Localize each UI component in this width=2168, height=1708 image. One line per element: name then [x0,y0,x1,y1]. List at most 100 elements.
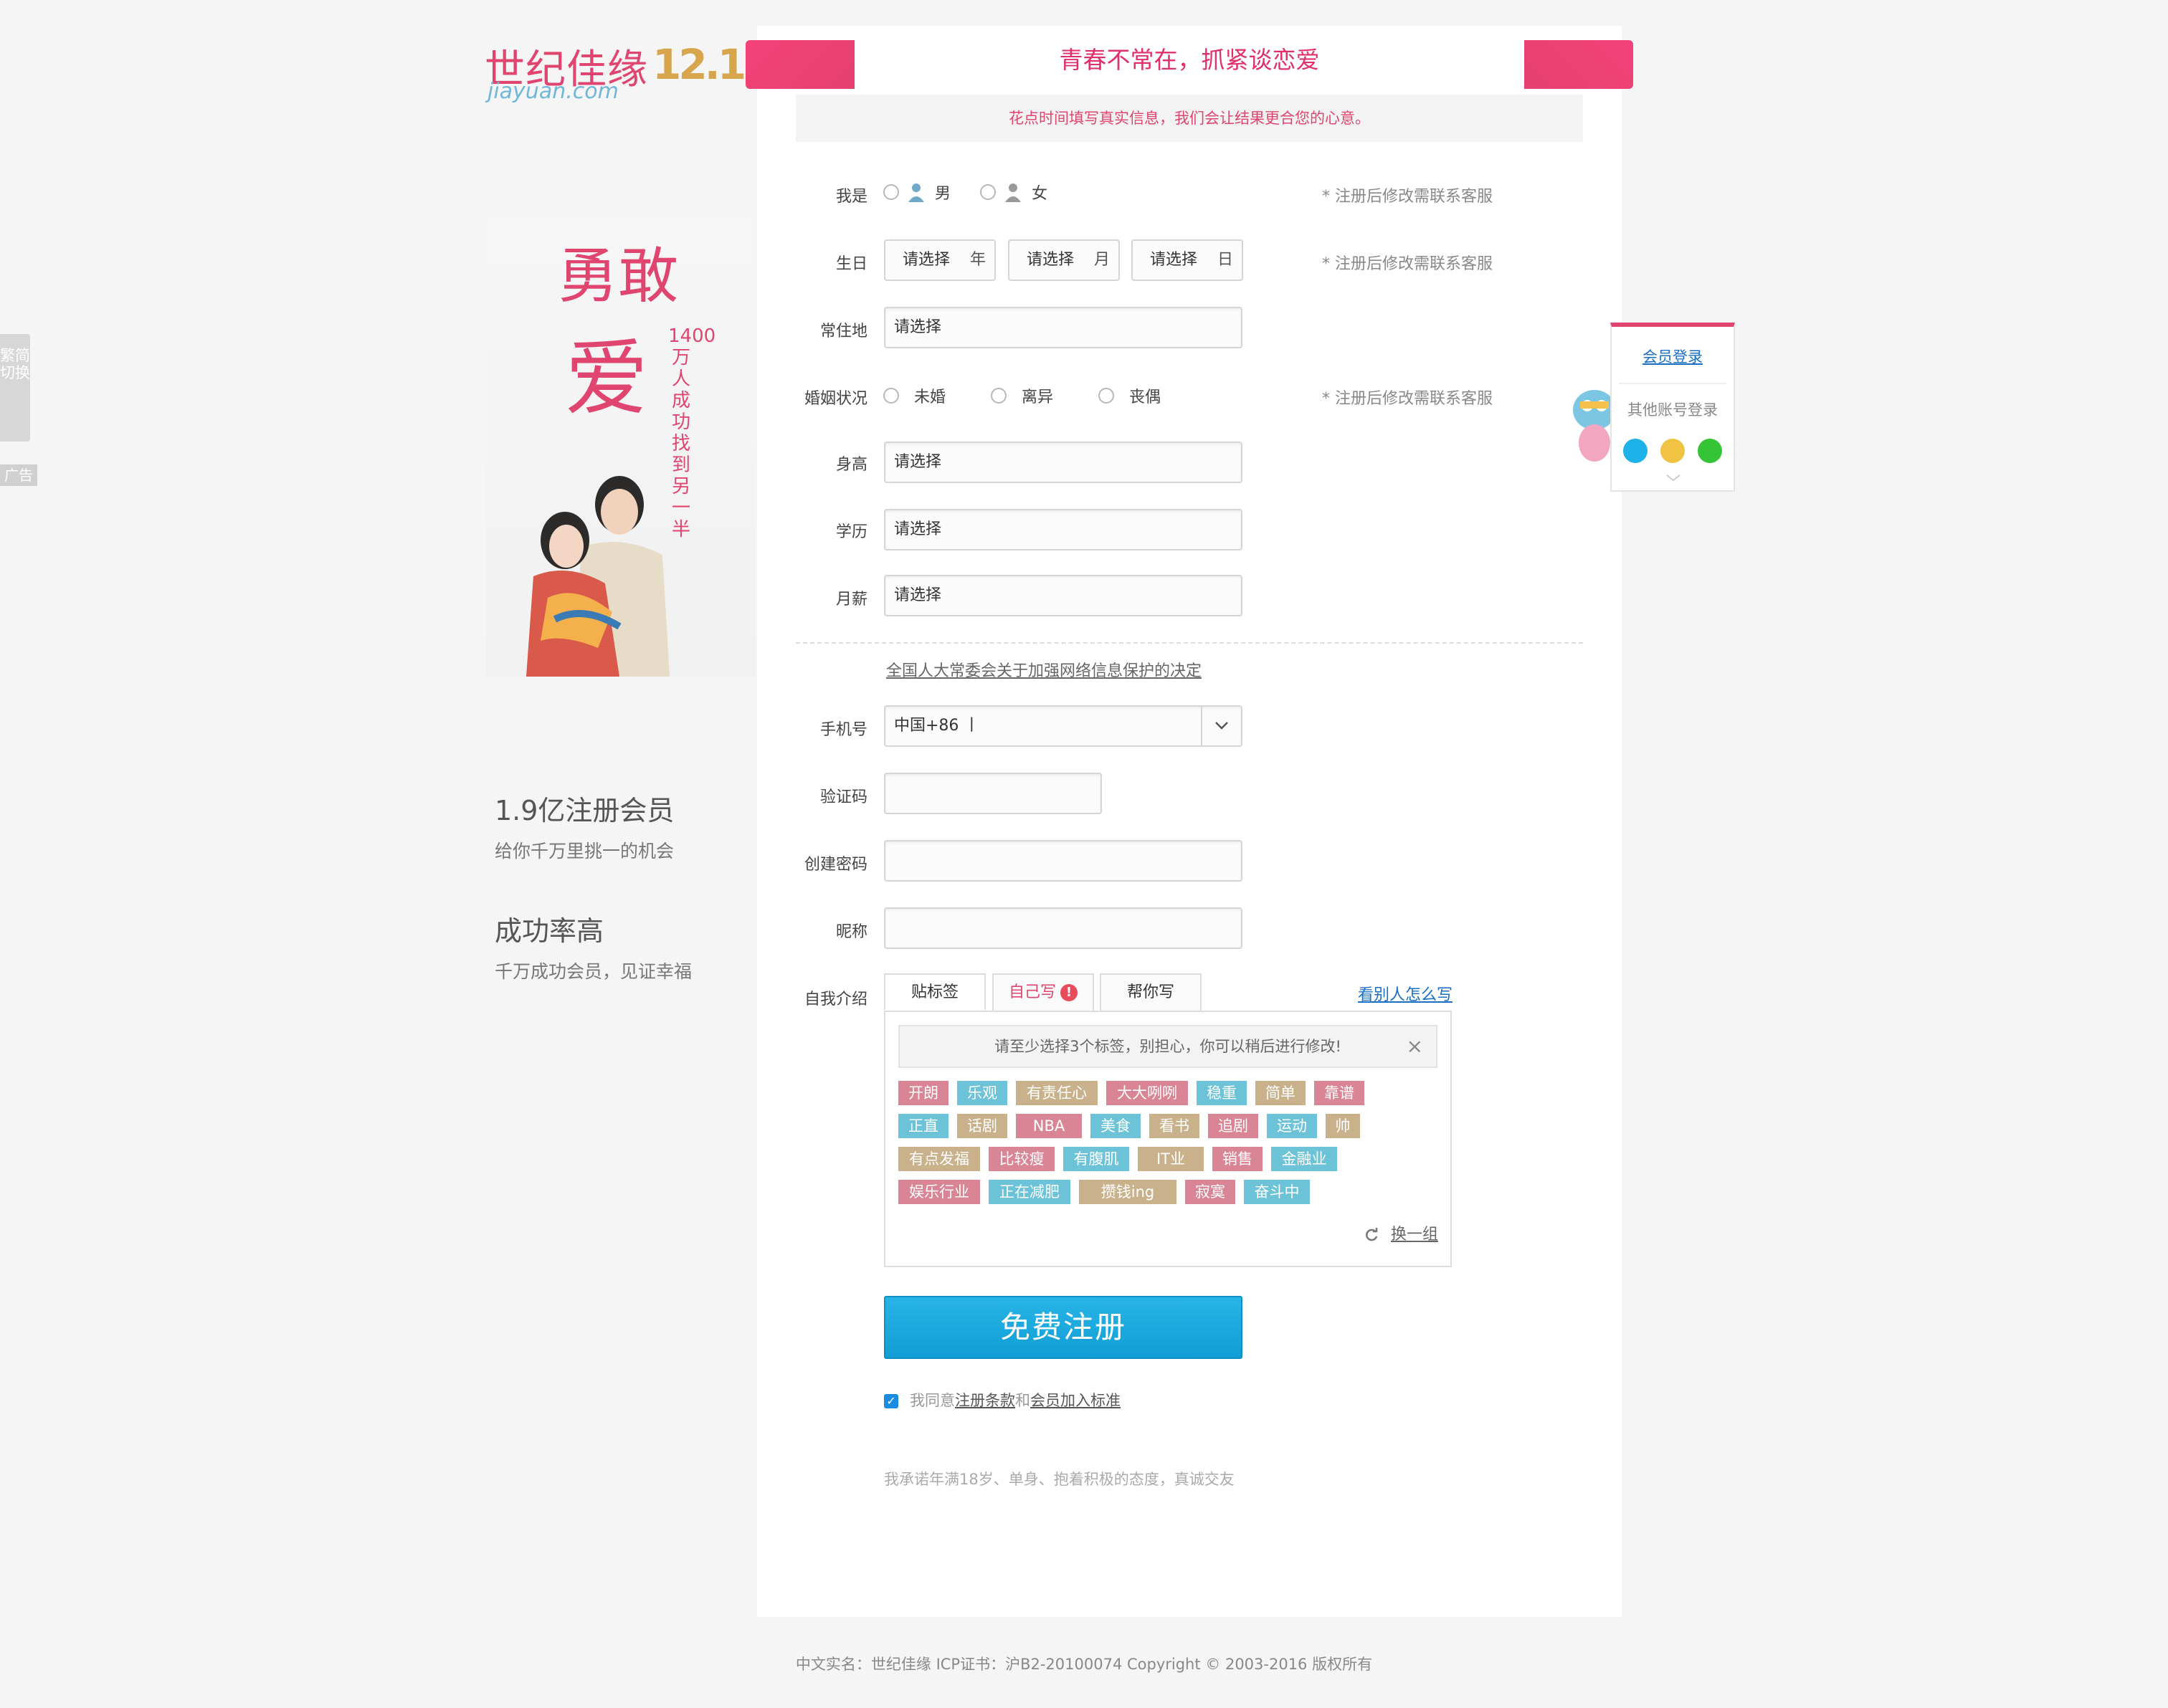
marital-divorced-radio[interactable] [991,388,1007,404]
marital-divorced-label: 离异 [1022,388,1054,406]
tag-item[interactable]: 简单 [1255,1081,1306,1105]
refresh-tags-button[interactable]: 换一组 [1364,1221,1438,1244]
phone-country-dropdown[interactable] [1201,707,1241,745]
standard-link[interactable]: 会员加入标准 [1030,1392,1121,1409]
tag-item[interactable]: 比较瘦 [989,1147,1055,1171]
nickname-input[interactable] [884,907,1242,949]
salary-select[interactable]: 请选择 [884,575,1242,616]
birth-month-unit: 月 [1093,251,1110,269]
tag-item[interactable]: IT业 [1138,1147,1204,1171]
tab-help-write[interactable]: 帮你写 [1100,973,1202,1011]
tag-item[interactable]: 开朗 [898,1081,949,1105]
birth-month-value: 请选择 [1027,251,1075,269]
weibo-icon[interactable] [1660,439,1685,463]
member-login-link[interactable]: 会员登录 [1612,345,1734,367]
free-register-button[interactable]: 免费注册 [884,1296,1242,1359]
birth-month-select[interactable]: 请选择月 [1008,239,1120,281]
marital-hint: * 注册后修改需联系客服 [1322,390,1493,408]
couple-photo [526,476,670,677]
tab-tags[interactable]: 贴标签 [884,973,986,1011]
tag-item[interactable]: 追剧 [1208,1114,1258,1138]
phone-label: 手机号 [819,721,867,739]
tag-item[interactable]: 话剧 [957,1114,1007,1138]
tag-item[interactable]: NBA [1016,1114,1082,1138]
gender-male-radio[interactable] [883,184,899,200]
chevron-down-icon[interactable] [1665,473,1682,483]
promise-text: 我承诺年满18岁、单身、抱着积极的态度，真诚交友 [884,1471,1235,1488]
intro-label: 自我介绍 [804,991,867,1008]
refresh-icon [1366,1228,1378,1241]
education-select[interactable]: 请选择 [884,509,1242,550]
verify-code-input[interactable] [884,773,1102,814]
residence-select[interactable]: 请选择 [884,307,1242,348]
gender-label: 我是 [835,188,867,206]
tag-item[interactable]: 娱乐行业 [898,1180,980,1204]
tag-item[interactable]: 美食 [1090,1114,1141,1138]
tab-write-self[interactable]: 自己写! [992,973,1094,1011]
agree-row: ✓ 我同意注册条款和会员加入标准 [884,1389,1121,1411]
birth-year-unit: 年 [969,251,986,269]
marital-single-radio[interactable] [883,388,899,404]
tag-item[interactable]: 攒钱ing [1079,1180,1176,1204]
stat-success-title: 成功率高 [495,915,604,947]
tag-item[interactable]: 稳重 [1197,1081,1247,1105]
lang-toggle-tab[interactable]: 繁简切换 [0,334,30,442]
close-icon[interactable]: × [1407,1026,1423,1067]
tag-tip: 请至少选择3个标签，别担心，你可以稍后进行修改! × [898,1025,1437,1068]
gender-female-radio[interactable] [980,184,997,200]
birthday-label: 生日 [835,255,867,273]
law-link[interactable]: 全国人大常委会关于加强网络信息保护的决定 [886,658,1202,681]
tag-item[interactable]: 奋斗中 [1244,1180,1310,1204]
residence-label: 常住地 [819,323,867,340]
promo-line1: 勇敢 [558,241,679,311]
tab-write-self-label: 自己写 [1008,983,1056,1001]
phone-country-code: 中国+86 丨 [894,717,980,735]
footer-text: 中文实名：世纪佳缘 ICP证书：沪B2-20100074 Copyright ©… [795,1656,1373,1673]
terms-link[interactable]: 注册条款 [955,1392,1015,1409]
tag-tip-text: 请至少选择3个标签，别担心，你可以稍后进行修改! [994,1038,1341,1055]
tag-item[interactable]: 有责任心 [1016,1081,1098,1105]
phone-field[interactable]: 中国+86 丨 [884,705,1242,747]
tag-item[interactable]: 正在减肥 [989,1180,1070,1204]
birth-year-select[interactable]: 请选择年 [884,239,996,281]
nickname-label: 昵称 [835,923,867,941]
birth-day-value: 请选择 [1150,251,1198,269]
tag-item[interactable]: 靠谱 [1314,1081,1364,1105]
password-label: 创建密码 [804,856,867,874]
see-others-link[interactable]: 看别人怎么写 [1358,982,1453,1005]
height-label: 身高 [835,456,867,474]
birth-year-value: 请选择 [903,251,951,269]
marital-widowed-label: 丧偶 [1129,388,1161,406]
other-login-label: 其他账号登录 [1627,401,1718,419]
site-logo[interactable]: 世纪佳缘 jiayuan.com 12.12 [482,33,772,105]
gender-female-label: 女 [1032,185,1048,203]
height-select[interactable]: 请选择 [884,442,1242,483]
tag-item[interactable]: 金融业 [1271,1147,1337,1171]
tag-item[interactable]: 有腹肌 [1063,1147,1129,1171]
tag-item[interactable]: 看书 [1149,1114,1199,1138]
tag-item[interactable]: 有点发福 [898,1147,980,1171]
birth-day-unit: 日 [1217,251,1233,269]
agree-checkbox[interactable]: ✓ [884,1394,898,1408]
qq-icon[interactable] [1623,439,1648,463]
tag-item[interactable]: 寂寞 [1185,1180,1235,1204]
tag-item[interactable]: 销售 [1212,1147,1263,1171]
chevron-down-icon [1215,722,1228,730]
tag-panel: 请至少选择3个标签，别担心，你可以稍后进行修改! × 开朗 乐观 有责任心 大大咧咧稳… [884,1011,1452,1267]
password-input[interactable] [884,840,1242,882]
alert-icon: ! [1060,984,1078,1001]
tag-item[interactable]: 正直 [898,1114,949,1138]
tag-item[interactable]: 运动 [1267,1114,1317,1138]
birth-day-select[interactable]: 请选择 日 [1131,239,1243,281]
tag-item[interactable]: 乐观 [957,1081,1007,1105]
tab-tags-label: 贴标签 [911,983,959,1001]
wechat-icon[interactable] [1698,439,1722,463]
marital-radio-group: 未婚 离异 丧偶 [883,384,1161,407]
tag-item[interactable]: 大大咧咧 [1106,1081,1188,1105]
tag-item[interactable]: 帅 [1326,1114,1360,1138]
promo-banner: 勇敢 爱 1400万人成功找到另一半 [486,218,756,677]
female-icon [1005,183,1022,202]
marital-widowed-radio[interactable] [1098,388,1115,404]
salary-label: 月薪 [835,591,867,609]
section-divider [796,642,1583,644]
